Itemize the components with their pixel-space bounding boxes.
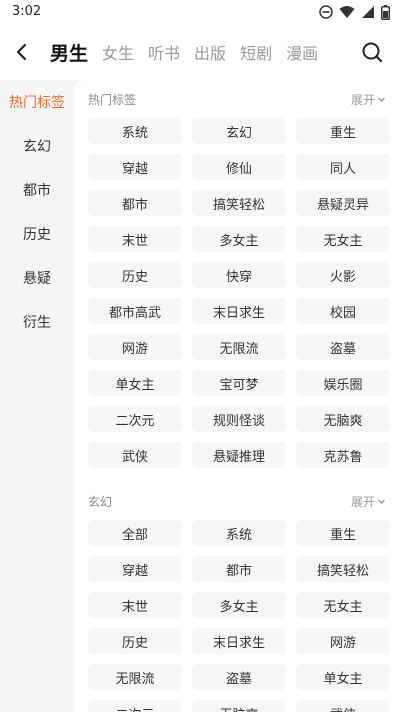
sidebar-item-0[interactable]: 热门标签 — [0, 80, 74, 124]
tag-chip[interactable]: 快穿 — [192, 262, 286, 288]
section-header: 热门标签 展开 — [88, 80, 386, 118]
back-button[interactable] — [8, 38, 36, 66]
tag-chip[interactable]: 无限流 — [192, 334, 286, 360]
search-button[interactable] — [358, 38, 386, 66]
tag-chip[interactable]: 二次元 — [88, 406, 182, 432]
tag-chip[interactable]: 规则怪谈 — [192, 406, 286, 432]
tag-chip[interactable]: 火影 — [296, 262, 390, 288]
tag-chip[interactable]: 都市 — [88, 190, 182, 216]
tag-chip[interactable]: 无女主 — [296, 592, 390, 618]
tag-chip[interactable]: 武侠 — [296, 700, 390, 712]
sidebar-item-2[interactable]: 都市 — [0, 168, 74, 212]
tag-content-panel: 热门标签 展开 系统 玄幻 重生 穿越 修仙 同人 都市 搞笑轻松 悬疑灵异 末世 多女主 无女主 历史 快穿… — [74, 80, 400, 712]
top-navigation: 男生 女生 听书 出版 短剧 漫画 — [0, 24, 400, 80]
wifi-icon — [339, 6, 355, 18]
status-bar: 3:02 — [0, 0, 400, 24]
tag-grid: 系统 玄幻 重生穿越 修仙 同人都市 搞笑轻松 悬疑灵异末世 多女主 无女主历史 快穿 火影都市高武… — [88, 118, 390, 468]
section-title: 玄幻 — [88, 494, 113, 509]
signal-icon — [362, 6, 374, 18]
tab-1[interactable]: 女生 — [102, 40, 134, 64]
chevron-down-icon — [378, 97, 385, 102]
back-arrow-icon — [16, 43, 27, 61]
tag-chip[interactable]: 多女主 — [192, 226, 286, 252]
tab-2[interactable]: 听书 — [148, 40, 180, 64]
tag-chip[interactable]: 末世 — [88, 592, 182, 618]
sidebar-item-3[interactable]: 历史 — [0, 212, 74, 256]
tag-chip[interactable]: 单女主 — [88, 370, 182, 396]
tag-chip[interactable]: 玄幻 — [192, 118, 286, 144]
tag-chip[interactable]: 都市 — [192, 556, 286, 582]
tag-chip[interactable]: 系统 — [88, 118, 182, 144]
tag-chip[interactable]: 悬疑灵异 — [296, 190, 390, 216]
chevron-down-icon — [378, 499, 385, 504]
tag-chip[interactable]: 穿越 — [88, 154, 182, 180]
sidebar-item-4[interactable]: 悬疑 — [0, 256, 74, 300]
tag-chip[interactable]: 历史 — [88, 262, 182, 288]
tag-chip[interactable]: 网游 — [88, 334, 182, 360]
expand-label: 展开 — [350, 494, 375, 509]
tag-chip[interactable]: 克苏鲁 — [296, 442, 390, 468]
tag-chip[interactable]: 修仙 — [192, 154, 286, 180]
section-title: 热门标签 — [88, 92, 137, 107]
tab-4[interactable]: 短剧 — [240, 40, 272, 64]
battery-icon — [381, 4, 390, 20]
tag-chip[interactable]: 单女主 — [296, 664, 390, 690]
tag-chip[interactable]: 历史 — [88, 628, 182, 654]
tab-3[interactable]: 出版 — [194, 40, 226, 64]
channel-tabs: 男生 女生 听书 出版 短剧 漫画 — [50, 24, 318, 80]
tag-chip[interactable]: 全部 — [88, 520, 182, 546]
tag-section: 玄幻 展开全部 系统 重生穿越 都市 搞笑轻松末世 多女主 无女主历史 末日求生 网游无限流 盗墓单… — [88, 482, 390, 712]
tag-chip[interactable]: 盗墓 — [296, 334, 390, 360]
tag-chip[interactable]: 搞笑轻松 — [296, 556, 390, 582]
tag-chip[interactable]: 网游 — [296, 628, 390, 654]
tab-5[interactable]: 漫画 — [286, 40, 318, 64]
tag-chip[interactable]: 末世 — [88, 226, 182, 252]
category-sidebar: 热门标签 玄幻 都市 历史 悬疑 衍生 — [0, 80, 74, 712]
tag-chip[interactable]: 无限流 — [88, 664, 182, 690]
tag-chip[interactable]: 无脑爽 — [192, 700, 286, 712]
tag-chip[interactable]: 系统 — [192, 520, 286, 546]
search-icon — [362, 42, 383, 63]
tag-chip[interactable]: 二次元 — [88, 700, 182, 712]
sidebar-item-1[interactable]: 玄幻 — [0, 124, 74, 168]
tag-chip[interactable]: 宝可梦 — [192, 370, 286, 396]
do-not-disturb-icon — [319, 5, 333, 19]
tab-0[interactable]: 男生 — [50, 39, 88, 66]
section-header: 玄幻 展开 — [88, 482, 386, 520]
tag-chip[interactable]: 无女主 — [296, 226, 390, 252]
tag-chip[interactable]: 搞笑轻松 — [192, 190, 286, 216]
tag-chip[interactable]: 重生 — [296, 118, 390, 144]
tag-chip[interactable]: 重生 — [296, 520, 390, 546]
tag-chip[interactable]: 悬疑推理 — [192, 442, 286, 468]
expand-label: 展开 — [350, 92, 375, 107]
tag-chip[interactable]: 穿越 — [88, 556, 182, 582]
tag-chip[interactable]: 多女主 — [192, 592, 286, 618]
expand-button[interactable]: 展开 — [351, 91, 386, 108]
status-time: 3:02 — [12, 4, 42, 19]
tag-chip[interactable]: 末日求生 — [192, 298, 286, 324]
tag-chip[interactable]: 都市高武 — [88, 298, 182, 324]
tag-chip[interactable]: 校园 — [296, 298, 390, 324]
tag-section: 热门标签 展开系统 玄幻 重生穿越 修仙 同人都市 搞笑轻松 悬疑灵异末世 多女主 无女主历史 快穿… — [88, 80, 390, 468]
status-icons — [319, 4, 390, 20]
tag-chip[interactable]: 同人 — [296, 154, 390, 180]
sidebar-item-5[interactable]: 衍生 — [0, 300, 74, 344]
tag-chip[interactable]: 无脑爽 — [296, 406, 390, 432]
expand-button[interactable]: 展开 — [351, 493, 386, 510]
tag-chip[interactable]: 娱乐圈 — [296, 370, 390, 396]
tag-chip[interactable]: 末日求生 — [192, 628, 286, 654]
tag-grid: 全部系统重生穿越都市搞笑轻松末世多女主无女主历史末日求生网游无限流盗墓单女主二次… — [88, 520, 390, 712]
tag-chip[interactable]: 武侠 — [88, 442, 182, 468]
tag-chip[interactable]: 盗墓 — [192, 664, 286, 690]
